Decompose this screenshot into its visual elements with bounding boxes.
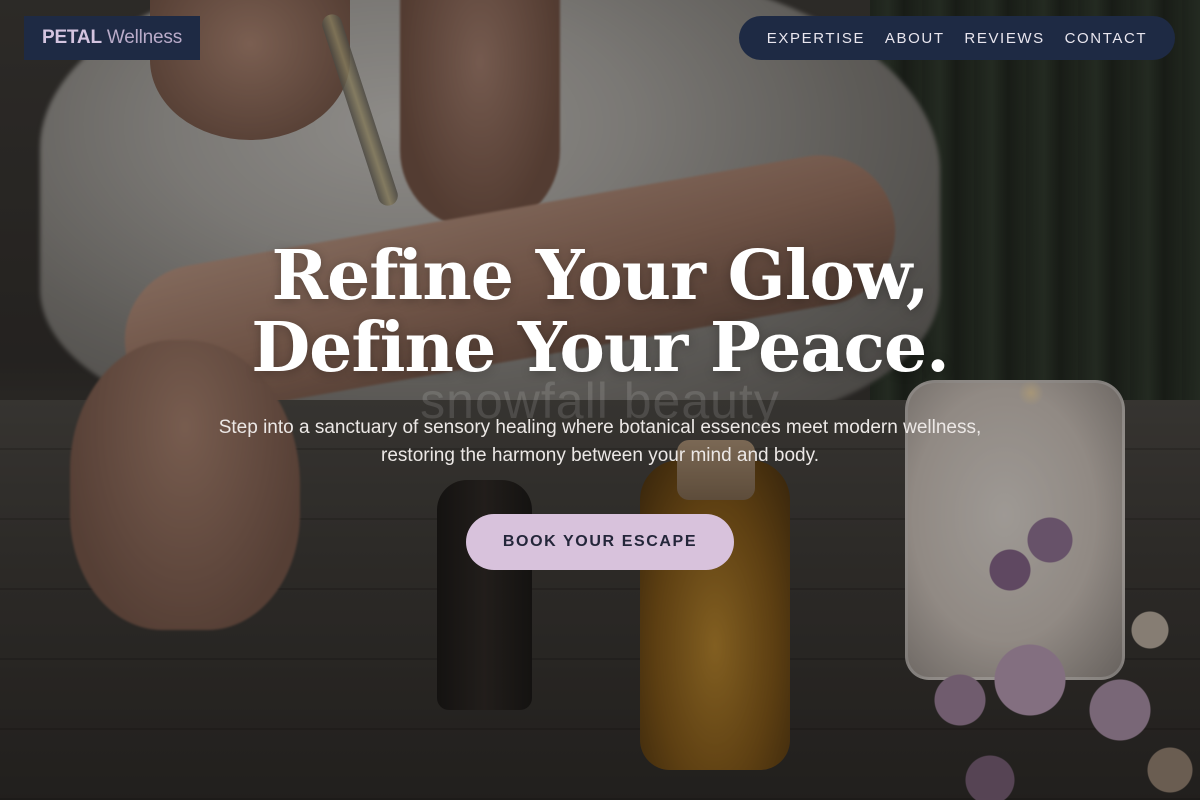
hero-headline: Refine Your Glow, Define Your Peace. (0, 240, 1200, 384)
hero-subtext: Step into a sanctuary of sensory healing… (160, 414, 1040, 470)
main-nav: EXPERTISE ABOUT REVIEWS CONTACT (739, 16, 1175, 60)
nav-item-contact[interactable]: CONTACT (1065, 30, 1148, 47)
nav-item-expertise[interactable]: EXPERTISE (767, 30, 865, 47)
hero-section: Refine Your Glow, Define Your Peace. sno… (0, 240, 1200, 570)
subtext-line-2: restoring the harmony between your mind … (381, 445, 819, 466)
site-logo[interactable]: PETAL Wellness (24, 16, 200, 60)
nav-item-about[interactable]: ABOUT (885, 30, 945, 47)
logo-brand-text: PETAL (41, 27, 102, 48)
subtext-line-1: Step into a sanctuary of sensory healing… (218, 417, 982, 438)
headline-line-1: Refine Your Glow, (271, 236, 929, 316)
nav-item-reviews[interactable]: REVIEWS (964, 30, 1044, 47)
logo-sub-text: Wellness (106, 27, 182, 48)
book-escape-button[interactable]: BOOK YOUR ESCAPE (466, 514, 734, 570)
